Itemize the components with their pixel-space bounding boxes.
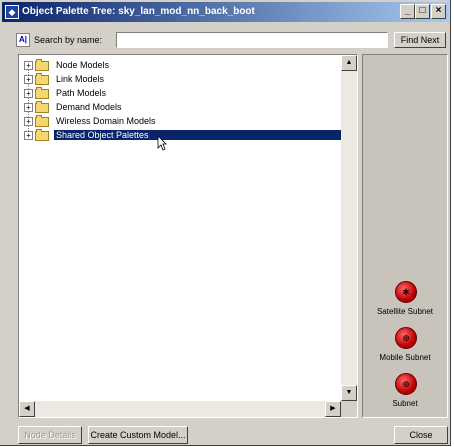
folder-icon: [35, 129, 49, 141]
tree-item-label: Node Models: [56, 60, 110, 70]
tree-item-label: Path Models: [56, 88, 107, 98]
vertical-scrollbar[interactable]: ▲ ▼: [341, 55, 357, 401]
search-input[interactable]: [116, 32, 388, 48]
close-window-button[interactable]: ×: [431, 4, 446, 19]
scroll-down-button[interactable]: ▼: [341, 385, 357, 401]
palette-item-mobile-subnet[interactable]: ⊕ Mobile Subnet: [363, 327, 447, 371]
folder-icon: [35, 101, 49, 113]
create-custom-model-button[interactable]: Create Custom Model...: [88, 426, 188, 444]
folder-icon: [35, 73, 49, 85]
palette-item-satellite-subnet[interactable]: ✱ Satellite Subnet: [363, 281, 447, 325]
tree-item-node-models[interactable]: + Node Models: [21, 59, 343, 73]
tree-item-label: Link Models: [56, 74, 105, 84]
mouse-cursor-icon: [157, 135, 167, 151]
expand-icon[interactable]: +: [24, 131, 33, 140]
subnet-icon: ⊕: [395, 373, 417, 395]
expand-icon[interactable]: +: [24, 103, 33, 112]
palette-item-subnet[interactable]: ⊕ Subnet: [363, 373, 447, 417]
palette-panel: ✱ Satellite Subnet ⊕ Mobile Subnet ⊕ Sub…: [362, 54, 448, 418]
close-button[interactable]: Close: [394, 426, 448, 444]
find-next-button[interactable]: Find Next: [394, 32, 446, 48]
palette-item-label: Subnet: [392, 399, 418, 408]
window-title: Object Palette Tree: sky_lan_mod_nn_back…: [22, 6, 255, 17]
scroll-up-button[interactable]: ▲: [341, 55, 357, 71]
tree-item-shared-object-palettes[interactable]: + Shared Object Palettes: [21, 129, 343, 143]
tree-item-label: Demand Models: [56, 102, 122, 112]
maximize-button[interactable]: □: [415, 4, 430, 19]
tree-item-wireless-domain-models[interactable]: + Wireless Domain Models: [21, 115, 343, 129]
scroll-right-button[interactable]: ▶: [325, 401, 341, 417]
tree-item-label: Shared Object Palettes: [54, 130, 343, 140]
horizontal-scrollbar[interactable]: ◀ ▶: [19, 401, 341, 417]
scroll-left-button[interactable]: ◀: [19, 401, 35, 417]
app-icon: ◆: [5, 5, 19, 19]
tree-item-label: Wireless Domain Models: [56, 116, 156, 126]
palette-item-label: Satellite Subnet: [376, 307, 434, 316]
palette-item-label: Mobile Subnet: [379, 353, 431, 362]
expand-icon[interactable]: +: [24, 89, 33, 98]
expand-icon[interactable]: +: [24, 75, 33, 84]
model-tree[interactable]: + Node Models + Link Models + Path Model…: [18, 54, 358, 418]
search-label: Search by name:: [34, 35, 103, 45]
tree-item-demand-models[interactable]: + Demand Models: [21, 101, 343, 115]
folder-icon: [35, 59, 49, 71]
minimize-button[interactable]: _: [400, 4, 415, 19]
object-palette-window: ◆ Object Palette Tree: sky_lan_mod_nn_ba…: [0, 0, 451, 446]
folder-icon: [35, 87, 49, 99]
scroll-corner: [341, 401, 357, 417]
search-icon: A|: [16, 33, 30, 47]
node-details-button[interactable]: Node Details: [18, 426, 82, 444]
tree-item-link-models[interactable]: + Link Models: [21, 73, 343, 87]
title-bar[interactable]: ◆ Object Palette Tree: sky_lan_mod_nn_ba…: [2, 2, 449, 22]
satellite-subnet-icon: ✱: [395, 281, 417, 303]
expand-icon[interactable]: +: [24, 61, 33, 70]
mobile-subnet-icon: ⊕: [395, 327, 417, 349]
tree-item-path-models[interactable]: + Path Models: [21, 87, 343, 101]
folder-icon: [35, 115, 49, 127]
expand-icon[interactable]: +: [24, 117, 33, 126]
